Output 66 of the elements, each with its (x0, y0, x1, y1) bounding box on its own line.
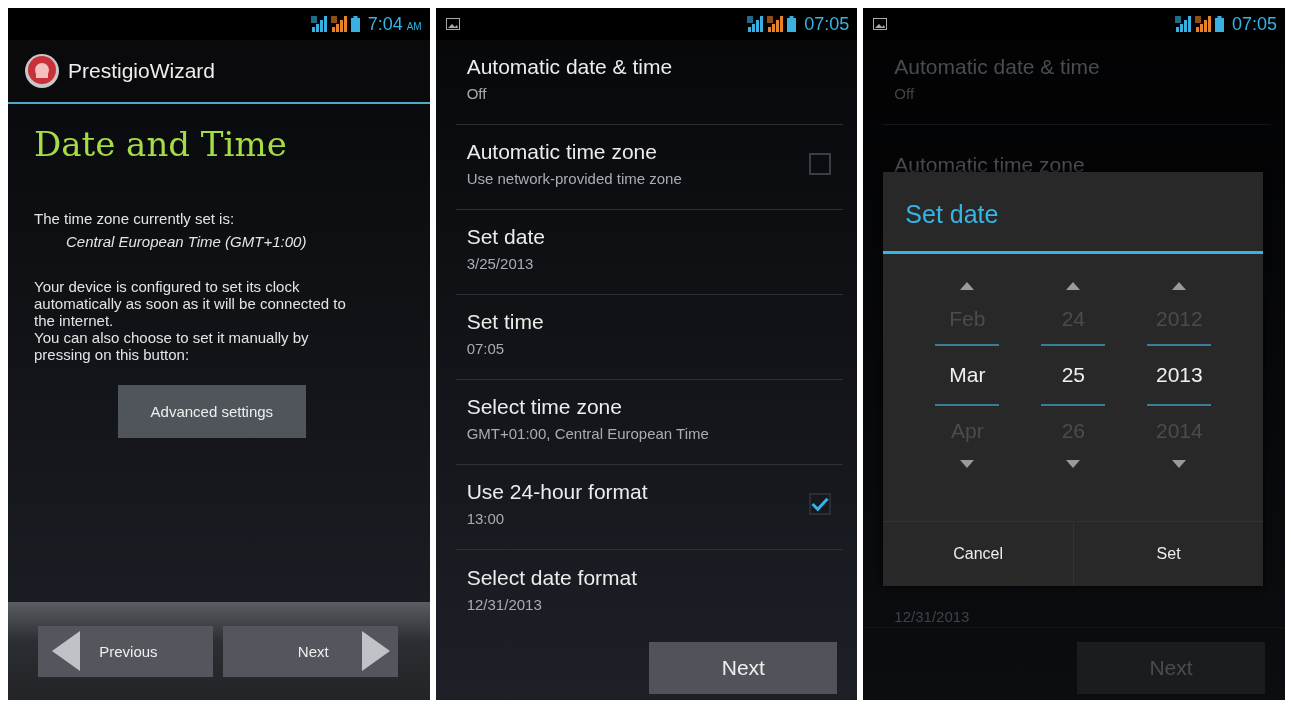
right-arrow-icon (361, 631, 390, 671)
setting-title: Set time (466, 309, 545, 335)
body-text: The time zone currently set is: (34, 210, 236, 227)
up-arrow-icon (1172, 282, 1187, 290)
settings-row[interactable]: Select time zone GMT+01:00, Central European Time (455, 380, 844, 465)
clock-time: 07:05 (1231, 13, 1277, 35)
previous-button[interactable]: Previous (38, 625, 213, 677)
settings-row[interactable]: Set date 3/25/2013 (455, 210, 844, 295)
setting-title: Automatic date & time (894, 54, 1101, 80)
shield-icon (24, 53, 60, 89)
up-arrow-icon (1066, 282, 1081, 290)
image-icon (873, 18, 888, 30)
app-title: PrestigioWizard (68, 59, 216, 83)
checkbox[interactable] (809, 153, 832, 175)
next-button[interactable]: Next (222, 625, 398, 677)
checkbox[interactable] (809, 493, 832, 515)
setting-summary: Off (894, 84, 916, 104)
battery-icon (787, 16, 797, 32)
left-arrow-icon (52, 631, 80, 671)
clock-time: 07:05 (804, 13, 850, 35)
settings-row[interactable]: Set time 07:05 (455, 295, 844, 380)
clock-suffix: AM (406, 21, 422, 32)
settings-row[interactable]: Automatic time zone Use network-provided time zone (455, 125, 844, 210)
time-zone-text: Central European Time (GMT+1:00) (65, 233, 308, 250)
down-arrow-icon (1172, 460, 1187, 468)
settings-row[interactable]: Use 24-hour format 13:00 (455, 465, 844, 550)
setting-title: Automatic time zone (466, 139, 658, 165)
signal-icon (1194, 16, 1211, 32)
body-text: Your device is configured to set its clock automatically as soon as it will be connected to the internet. (34, 278, 347, 329)
advanced-settings-button[interactable]: Advanced settings (117, 385, 306, 438)
next-button[interactable]: Next (649, 642, 838, 694)
setting-title: Automatic date & time (466, 54, 674, 80)
image-icon (445, 18, 460, 30)
picker-selected-value[interactable]: 2013 (1156, 346, 1203, 404)
signal-icon (767, 16, 784, 32)
up-arrow-icon (960, 282, 975, 290)
body-text: You can also choose to set it manually by pressing on this button: (34, 329, 310, 363)
down-arrow-icon (960, 460, 975, 468)
clock-time: 7:04 (367, 13, 403, 35)
setting-summary: 3/25/2013 (466, 254, 535, 274)
picker-selected-value[interactable]: Mar (949, 346, 986, 404)
setting-title: Select date format (466, 564, 639, 591)
setting-summary: 12/31/2013 (466, 594, 543, 615)
page-heading: Date and Time (34, 124, 288, 164)
dialog-title: Set date (883, 172, 1264, 254)
setting-title: Use 24-hour format (466, 479, 649, 505)
dialog-button[interactable]: Set (1072, 522, 1264, 586)
setting-title: Set date (466, 224, 546, 250)
picker-selected-value[interactable]: 25 (1061, 346, 1085, 404)
battery-icon (350, 16, 360, 32)
setting-summary: GMT+01:00, Central European Time (466, 424, 710, 444)
settings-row[interactable]: Select date format 12/31/2013 (455, 550, 844, 635)
signal-icon (330, 16, 347, 32)
setting-summary: 12/31/2013 (894, 607, 971, 627)
setting-summary: Off (466, 84, 488, 104)
setting-title: Select time zone (466, 394, 623, 420)
signal-icon (1174, 16, 1191, 32)
settings-row[interactable]: Automatic date & time Off (455, 40, 844, 125)
battery-icon (1214, 16, 1224, 32)
signal-icon (747, 16, 764, 32)
setting-summary: 13:00 (466, 509, 506, 529)
dialog-button[interactable]: Cancel (883, 522, 1073, 586)
signal-icon (310, 16, 327, 32)
down-arrow-icon (1066, 460, 1081, 468)
setting-summary: Use network-provided time zone (466, 169, 683, 189)
setting-summary: 07:05 (466, 339, 506, 359)
